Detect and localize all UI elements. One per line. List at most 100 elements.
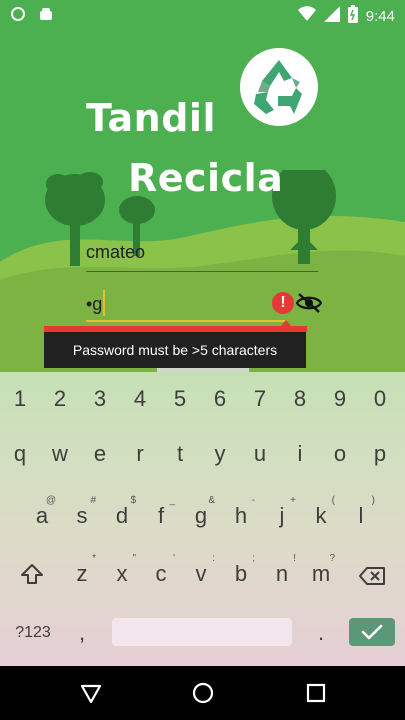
key-label: a <box>35 503 49 528</box>
key-label: g <box>194 503 208 528</box>
key-label: f <box>157 503 165 528</box>
key-label: 0 <box>373 386 387 411</box>
key-label: h <box>234 503 248 528</box>
key-w[interactable]: w <box>40 427 80 483</box>
key-label: u <box>253 441 267 466</box>
enter-key[interactable] <box>349 618 395 646</box>
key-label: j <box>279 503 285 528</box>
symbols-key[interactable]: ?123 <box>12 606 54 662</box>
key-m[interactable]: ? m <box>301 547 341 603</box>
key-i[interactable]: i <box>280 427 320 483</box>
key-label: y <box>214 441 226 466</box>
key-label: z <box>76 561 88 586</box>
status-left <box>10 5 54 27</box>
key-label: s <box>76 503 88 528</box>
key-p[interactable]: p <box>360 427 400 483</box>
key-label: i <box>297 441 303 466</box>
key-0[interactable]: 0 <box>360 372 400 428</box>
key-label: 7 <box>253 386 267 411</box>
text-cursor <box>103 290 105 316</box>
key-h[interactable]: -h <box>221 489 261 545</box>
key-5[interactable]: 5 <box>160 372 200 428</box>
key-d[interactable]: $ d <box>102 489 142 545</box>
key-label: 4 <box>133 386 147 411</box>
status-bar: 9:44 <box>0 0 405 28</box>
key-label: k <box>315 503 327 528</box>
key-n[interactable]: ! n <box>262 547 302 603</box>
key-7[interactable]: 7 <box>240 372 280 428</box>
key-v[interactable]: :v <box>181 547 221 603</box>
key-label: 2 <box>53 386 67 411</box>
screen: 9:44 Tandil Recicla cmateo •g ! Password… <box>0 0 405 720</box>
key-label: d <box>115 503 129 528</box>
key-label: p <box>373 441 387 466</box>
checkmark-icon <box>361 624 383 640</box>
key-s[interactable]: # s <box>62 489 102 545</box>
key-label: 3 <box>93 386 107 411</box>
key-r[interactable]: r <box>120 427 160 483</box>
comma-key[interactable]: , <box>62 606 102 662</box>
shift-icon <box>12 563 52 591</box>
key-label: c <box>155 561 167 586</box>
key-z[interactable]: * z <box>62 547 102 603</box>
key-a[interactable]: @ a <box>22 489 62 545</box>
soft-keyboard: 1 2 3 4 5 6 7 8 9 0 q w e r t y u i o p … <box>0 372 405 666</box>
key-label: 8 <box>293 386 307 411</box>
notification-dot-icon <box>10 5 26 27</box>
username-field[interactable]: cmateo <box>86 238 318 272</box>
navigation-bar <box>0 666 405 720</box>
shift-key[interactable] <box>12 547 52 603</box>
key-6[interactable]: 6 <box>200 372 240 428</box>
app-area: 9:44 Tandil Recicla cmateo •g ! Password… <box>0 0 405 372</box>
key-label: 9 <box>333 386 347 411</box>
key-label: 1 <box>13 386 27 411</box>
key-l[interactable]: ) l <box>341 489 381 545</box>
battery-icon <box>347 5 358 27</box>
app-title-line1: Tandil <box>86 96 216 140</box>
key-b[interactable]: ; b <box>221 547 261 603</box>
key-4[interactable]: 4 <box>120 372 160 428</box>
key-k[interactable]: (k <box>301 489 341 545</box>
key-9[interactable]: 9 <box>320 372 360 428</box>
status-time: 9:44 <box>365 7 395 25</box>
space-key[interactable] <box>112 618 292 646</box>
key-label: b <box>234 561 248 586</box>
key-label: v <box>195 561 207 586</box>
key-j[interactable]: + j <box>262 489 302 545</box>
key-label: 5 <box>173 386 187 411</box>
username-underline <box>86 271 318 272</box>
key-label: 6 <box>213 386 227 411</box>
password-value: •g <box>86 294 103 314</box>
recycle-logo-icon <box>240 48 318 126</box>
key-o[interactable]: o <box>320 427 360 483</box>
period-key[interactable]: . <box>301 606 341 662</box>
password-field[interactable]: •g ! <box>86 288 323 324</box>
key-label: x <box>116 561 128 586</box>
wifi-icon <box>297 6 316 26</box>
error-tooltip: Password must be >5 characters <box>44 332 306 368</box>
key-label: o <box>333 441 347 466</box>
key-2[interactable]: 2 <box>40 372 80 428</box>
key-8[interactable]: 8 <box>280 372 320 428</box>
key-label: e <box>93 441 107 466</box>
key-y[interactable]: y <box>200 427 240 483</box>
key-f[interactable]: _ f <box>141 489 181 545</box>
key-t[interactable]: t <box>160 427 200 483</box>
key-c[interactable]: ' c <box>141 547 181 603</box>
back-icon[interactable] <box>79 681 103 705</box>
key-u[interactable]: u <box>240 427 280 483</box>
key-1[interactable]: 1 <box>0 372 40 428</box>
visibility-off-icon[interactable] <box>295 291 323 315</box>
recents-icon[interactable] <box>304 681 328 705</box>
status-right: 9:44 <box>297 5 395 27</box>
home-icon[interactable] <box>191 681 215 705</box>
key-q[interactable]: q <box>0 427 40 483</box>
error-icon: ! <box>272 292 294 314</box>
key-label: m <box>311 561 331 586</box>
app-title-line2: Recicla <box>128 156 284 200</box>
backspace-key[interactable] <box>352 547 392 603</box>
key-g[interactable]: & g <box>181 489 221 545</box>
key-e[interactable]: e <box>80 427 120 483</box>
key-3[interactable]: 3 <box>80 372 120 428</box>
key-x[interactable]: " x <box>102 547 142 603</box>
